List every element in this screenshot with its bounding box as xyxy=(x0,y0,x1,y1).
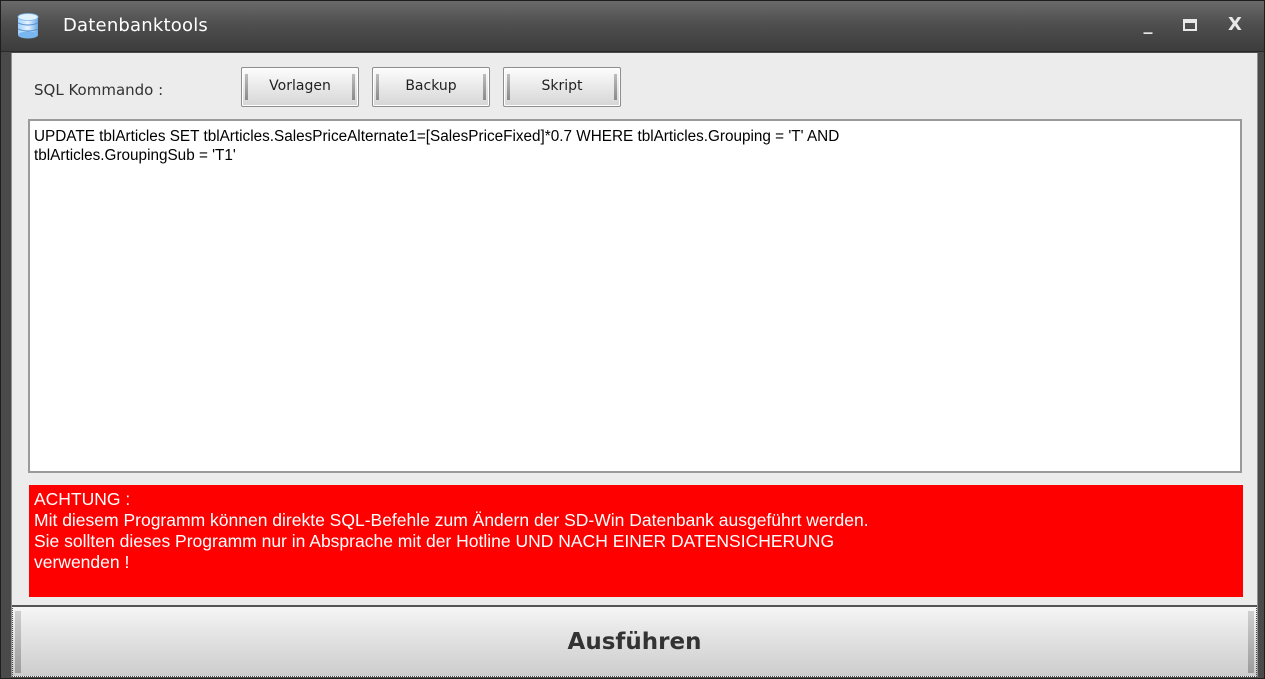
sql-command-label: SQL Kommando : xyxy=(34,81,164,99)
sql-command-editor[interactable]: UPDATE tblArticles SET tblArticles.Sales… xyxy=(28,119,1242,473)
warning-text-line-2: Sie sollten dieses Programm nur in Abspr… xyxy=(34,531,835,551)
warning-panel: ACHTUNG : Mit diesem Programm können dir… xyxy=(29,485,1243,597)
maximize-icon[interactable] xyxy=(1176,13,1204,37)
database-icon xyxy=(17,13,39,39)
datenbanktools-window: Datenbanktools _ X SQL Kommando : Vorlag… xyxy=(0,0,1265,679)
close-icon[interactable]: X xyxy=(1221,13,1249,37)
window-title: Datenbanktools xyxy=(63,15,208,36)
client-area: SQL Kommando : Vorlagen Backup Skript UP… xyxy=(11,53,1258,677)
warning-text-line-3: verwenden ! xyxy=(34,552,130,572)
warning-heading: ACHTUNG : xyxy=(34,489,131,509)
minimize-icon[interactable]: _ xyxy=(1134,13,1162,37)
skript-button[interactable]: Skript xyxy=(503,67,621,107)
backup-button[interactable]: Backup xyxy=(372,67,490,107)
vorlagen-button[interactable]: Vorlagen xyxy=(241,67,359,107)
execute-button[interactable]: Ausführen xyxy=(12,605,1257,677)
warning-text-line-1: Mit diesem Programm können direkte SQL-B… xyxy=(34,510,869,530)
title-bar[interactable]: Datenbanktools _ X xyxy=(1,1,1264,52)
